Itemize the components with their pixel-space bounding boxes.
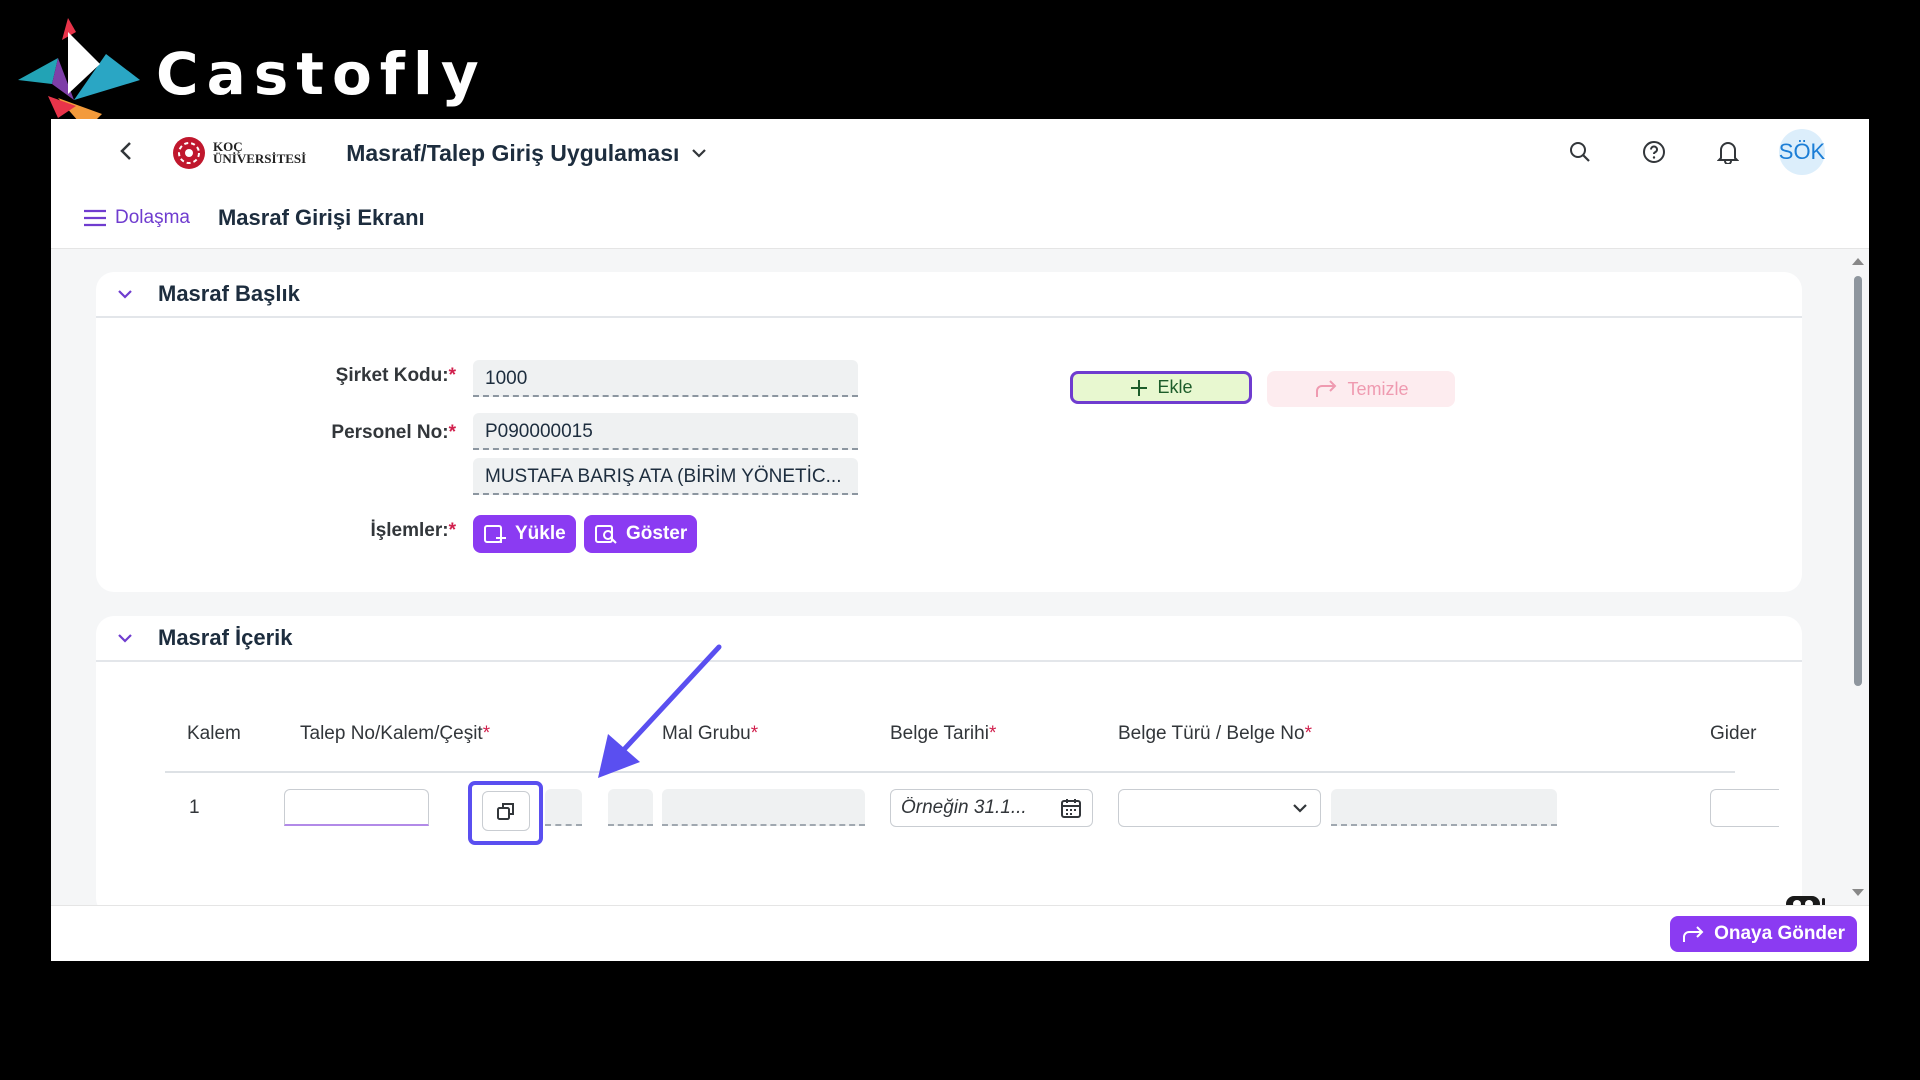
- expense-header-panel-header: Masraf Başlık: [96, 272, 1802, 318]
- app-window: KOÇ ÜNİVERSİTESİ Masraf/Talep Giriş Uygu…: [51, 119, 1869, 961]
- operations-label: İşlemler:*: [370, 520, 456, 541]
- content-area: Masraf Başlık Şirket Kodu:* 1000 Persone…: [51, 250, 1869, 924]
- expense-header-title: Masraf Başlık: [158, 281, 300, 306]
- expense-input[interactable]: [1710, 789, 1779, 827]
- chevron-left-icon: [120, 141, 131, 160]
- user-avatar[interactable]: SÖK: [1779, 129, 1825, 175]
- search-button[interactable]: [1557, 129, 1603, 175]
- hamburger-menu-icon: [84, 209, 106, 226]
- help-icon: [1643, 141, 1665, 163]
- shell-actions: SÖK: [1529, 129, 1825, 175]
- castofly-brand: Castofly: [18, 18, 487, 130]
- submit-for-approval-button[interactable]: Onaya Gönder: [1670, 916, 1857, 952]
- row-index: 1: [189, 797, 200, 818]
- university-logo: KOÇ ÜNİVERSİTESİ: [171, 135, 306, 171]
- document-type-select[interactable]: [1118, 789, 1321, 827]
- personnel-no-label: Personel No:*: [331, 422, 456, 443]
- expense-header-panel: Masraf Başlık Şirket Kodu:* 1000 Persone…: [96, 272, 1802, 592]
- bell-icon: [1717, 142, 1739, 164]
- document-no-input[interactable]: [1331, 789, 1557, 826]
- subheader: Dolaşma Masraf Girişi Ekranı: [51, 187, 1869, 249]
- vertical-scrollbar[interactable]: [1851, 254, 1865, 902]
- column-header-document-type: Belge Türü / Belge No*: [1118, 723, 1313, 744]
- upload-button[interactable]: Yükle: [473, 515, 576, 553]
- table-header-divider: [165, 771, 1735, 773]
- castofly-logo-icon: [18, 18, 140, 130]
- brand-name: Castofly: [156, 40, 487, 108]
- expense-content-panel-header: Masraf İçerik: [96, 616, 1802, 662]
- column-header-kalem: Kalem: [187, 723, 241, 744]
- help-button[interactable]: [1631, 129, 1677, 175]
- page-title: Masraf Girişi Ekranı: [217, 204, 425, 230]
- navigation-label: Dolaşma: [115, 206, 190, 228]
- app-title: Masraf/Talep Giriş Uygulaması: [346, 139, 680, 166]
- plus-icon: [1131, 379, 1148, 396]
- forward-arrow-icon: [1683, 926, 1704, 942]
- company-code-field[interactable]: 1000: [473, 360, 858, 397]
- university-seal-icon: [173, 137, 205, 169]
- add-button[interactable]: Ekle: [1070, 371, 1252, 404]
- clear-button[interactable]: Temizle: [1267, 371, 1455, 407]
- search-icon: [1570, 142, 1590, 162]
- copy-icon: [497, 803, 514, 820]
- shell-bar: KOÇ ÜNİVERSİTESİ Masraf/Talep Giriş Uygu…: [51, 119, 1869, 187]
- upload-label: Yükle: [515, 523, 566, 544]
- personnel-no-field[interactable]: P090000015: [473, 413, 858, 450]
- scrollbar-track: [1852, 258, 1864, 896]
- expense-content-panel: Masraf İçerik Kalem Talep No/Kalem/Çeşit…: [96, 616, 1802, 916]
- show-label: Göster: [626, 523, 688, 544]
- redo-arrow-icon: [1316, 380, 1337, 397]
- clear-label: Temizle: [1347, 378, 1409, 399]
- document-date-picker[interactable]: Örneğin 31.1...: [890, 789, 1093, 827]
- preview-icon: [595, 525, 617, 544]
- university-name: KOÇ ÜNİVERSİTESİ: [213, 139, 307, 166]
- app-title-menu[interactable]: Masraf/Talep Giriş Uygulaması: [346, 140, 707, 167]
- navigation-toggle[interactable]: Dolaşma: [83, 207, 190, 229]
- chevron-down-icon: [1293, 804, 1307, 813]
- add-label: Ekle: [1157, 377, 1193, 397]
- footer-toolbar: Onaya Gönder: [51, 905, 1869, 961]
- upload-icon: [484, 525, 506, 543]
- expense-content-title: Masraf İçerik: [158, 625, 293, 650]
- column-header-expense: Gider Ka: [1710, 723, 1760, 744]
- back-button[interactable]: [119, 138, 141, 169]
- calendar-icon: [1061, 799, 1081, 818]
- chevron-down-icon: [692, 149, 707, 158]
- show-button[interactable]: Göster: [584, 515, 698, 553]
- personnel-name-field[interactable]: MUSTAFA BARIŞ ATA (BİRİM YÖNETİC...: [473, 458, 858, 495]
- submit-for-approval-label: Onaya Gönder: [1714, 923, 1845, 944]
- value-help-button[interactable]: [482, 791, 530, 831]
- column-header-request-no: Talep No/Kalem/Çeşit*: [300, 723, 491, 744]
- document-date-placeholder: Örneğin 31.1...: [901, 797, 1027, 818]
- company-code-label: Şirket Kodu:*: [335, 365, 456, 386]
- column-header-document-date: Belge Tarihi*: [890, 723, 997, 744]
- collapse-chevron-icon[interactable]: [116, 285, 134, 303]
- annotation-arrow-icon: [598, 644, 722, 778]
- notifications-button[interactable]: [1705, 129, 1751, 175]
- request-no-input[interactable]: [284, 789, 429, 826]
- collapse-chevron-icon[interactable]: [116, 629, 134, 647]
